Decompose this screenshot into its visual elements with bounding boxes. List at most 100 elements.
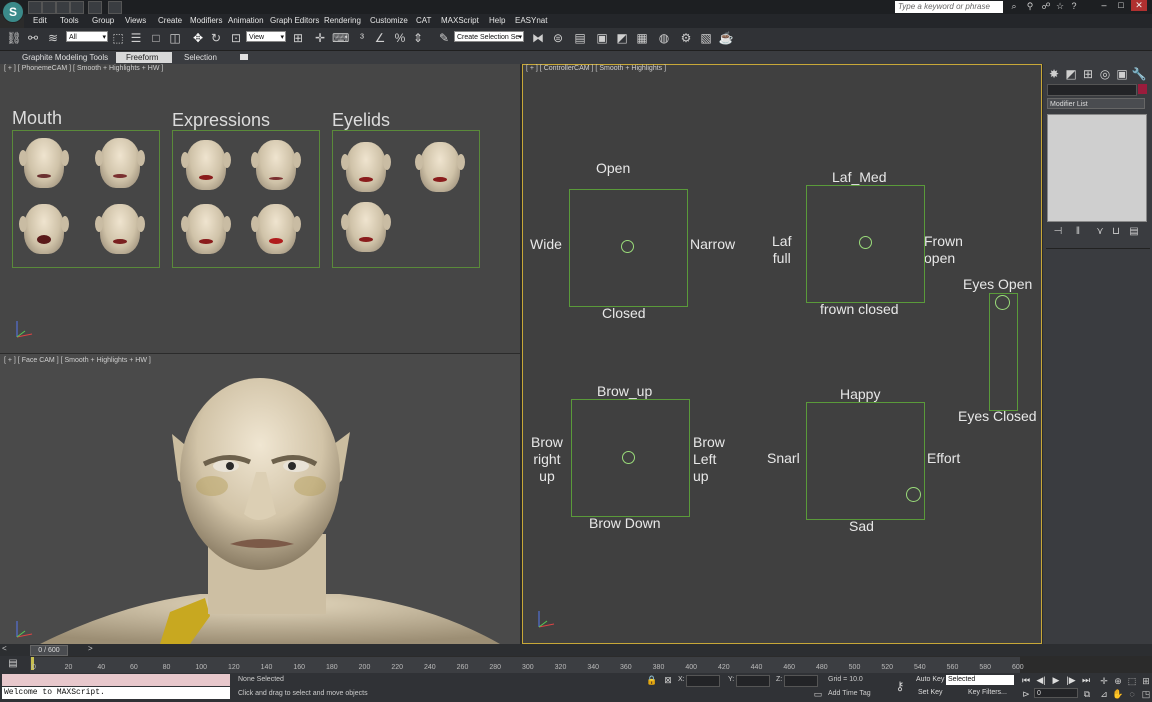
phoneme-thumb[interactable] xyxy=(19,204,69,254)
help-icon[interactable]: ? xyxy=(1066,0,1082,12)
rotate-icon[interactable]: ↻ xyxy=(208,30,224,46)
named-selection-dropdown[interactable]: Create Selection Se xyxy=(454,31,524,43)
menu-group[interactable]: Group xyxy=(92,14,114,28)
open-file-icon[interactable] xyxy=(42,1,56,14)
viewport-controller-cam[interactable] xyxy=(522,64,1042,644)
time-slider-next-icon[interactable]: > xyxy=(88,644,93,653)
expression-thumb[interactable] xyxy=(251,140,301,190)
object-color-swatch[interactable] xyxy=(1138,84,1147,94)
eyelid-thumb[interactable] xyxy=(341,142,391,192)
key-mode-toggle-icon[interactable]: ⊳ xyxy=(1020,688,1032,700)
maximize-viewport-icon[interactable]: ◳ xyxy=(1140,688,1152,700)
configure-sets-icon[interactable]: ▤ xyxy=(1126,224,1142,240)
project-folder-icon[interactable] xyxy=(108,1,122,14)
utilities-tab-icon[interactable]: 🔧 xyxy=(1131,66,1147,82)
go-to-start-icon[interactable]: ⏮ xyxy=(1020,675,1032,686)
infocenter-icon[interactable]: ⌕ xyxy=(1006,0,1022,12)
reference-coordinate-dropdown[interactable]: View xyxy=(246,31,286,43)
next-frame-icon[interactable]: |▶ xyxy=(1065,675,1077,686)
minimize-icon[interactable]: – xyxy=(1096,0,1112,11)
selection-filter-dropdown[interactable]: All xyxy=(66,31,108,43)
modifier-stack[interactable] xyxy=(1047,114,1147,222)
material-editor-icon[interactable]: ◍ xyxy=(656,30,672,46)
menu-rendering[interactable]: Rendering xyxy=(324,14,361,28)
selection-lock-icon[interactable]: 🔒 xyxy=(646,674,658,686)
pivot-center-icon[interactable]: ⊞ xyxy=(290,30,306,46)
create-tab-icon[interactable]: ✸ xyxy=(1046,66,1062,82)
motion-tab-icon[interactable]: ◎ xyxy=(1097,66,1113,82)
laf-control-knob[interactable] xyxy=(859,236,872,249)
maxscript-listener-output[interactable]: Welcome to MAXScript. xyxy=(2,687,230,699)
expression-thumb[interactable] xyxy=(181,140,231,190)
rendered-frame-window-icon[interactable]: ▧ xyxy=(698,30,714,46)
keyboard-shortcut-icon[interactable]: ⌨ xyxy=(332,30,349,46)
snaps-toggle-icon[interactable]: ³ xyxy=(354,30,370,46)
phoneme-thumb[interactable] xyxy=(19,138,69,188)
orbit-icon[interactable]: ◌ xyxy=(1126,688,1138,700)
viewport-label[interactable]: [ + ] [ ControllerCAM ] [ Smooth + Highl… xyxy=(526,65,666,72)
percent-snap-icon[interactable]: % xyxy=(392,30,408,46)
viewport-face-cam[interactable] xyxy=(0,354,520,644)
expression-thumb[interactable] xyxy=(251,204,301,254)
field-of-view-icon[interactable]: ⊿ xyxy=(1098,688,1110,700)
bind-space-warp-icon[interactable]: ≋ xyxy=(45,30,61,46)
layer-manager-icon[interactable]: ▤ xyxy=(572,30,588,46)
menu-views[interactable]: Views xyxy=(125,14,146,28)
window-crossing-icon[interactable]: ◫ xyxy=(167,30,183,46)
zoom-extents-icon[interactable]: ⬚ xyxy=(1126,675,1138,687)
menu-help[interactable]: Help xyxy=(489,14,505,28)
menu-create[interactable]: Create xyxy=(158,14,182,28)
eyelid-thumb[interactable] xyxy=(341,202,391,252)
hierarchy-tab-icon[interactable]: ⊞ xyxy=(1080,66,1096,82)
maximize-icon[interactable]: □ xyxy=(1113,0,1129,11)
menu-graph-editors[interactable]: Graph Editors xyxy=(270,14,319,28)
search-input[interactable]: Type a keyword or phrase xyxy=(895,1,1003,13)
viewport-label[interactable]: [ + ] [ PhonemeCAM ] [ Smooth + Highligh… xyxy=(4,65,163,72)
show-end-result-icon[interactable]: ‖ xyxy=(1070,224,1086,240)
undo-icon[interactable] xyxy=(70,1,84,14)
close-icon[interactable]: ✕ xyxy=(1131,0,1147,11)
scale-icon[interactable]: ⊡ xyxy=(228,30,244,46)
time-slider-prev-icon[interactable]: < xyxy=(2,644,7,653)
pan-view-icon[interactable]: ✋ xyxy=(1112,688,1124,700)
emotion-control-knob[interactable] xyxy=(906,487,921,502)
menu-modifiers[interactable]: Modifiers xyxy=(190,14,222,28)
schematic-view-icon[interactable]: ▦ xyxy=(634,30,650,46)
ribbon-minimize-icon[interactable] xyxy=(240,54,248,60)
eyes-control-knob[interactable] xyxy=(995,295,1010,310)
app-logo[interactable]: S xyxy=(2,1,24,23)
go-to-end-icon[interactable]: ⏭ xyxy=(1080,675,1092,686)
z-coordinate-field[interactable] xyxy=(784,675,818,687)
menu-tools[interactable]: Tools xyxy=(60,14,79,28)
curve-editor-icon[interactable]: ◩ xyxy=(614,30,630,46)
menu-animation[interactable]: Animation xyxy=(228,14,264,28)
set-key-button[interactable]: Set Key xyxy=(918,689,943,696)
redo-icon[interactable] xyxy=(88,1,102,14)
add-time-tag[interactable]: Add Time Tag xyxy=(828,690,871,697)
object-name-field[interactable] xyxy=(1047,84,1137,96)
align-icon[interactable]: ⊜ xyxy=(550,30,566,46)
ribbon-title[interactable]: Graphite Modeling Tools xyxy=(12,52,118,63)
absolute-mode-icon[interactable]: ⊠ xyxy=(662,674,674,686)
modifier-list-dropdown[interactable]: Modifier List xyxy=(1047,98,1145,109)
zoom-icon[interactable]: ✛ xyxy=(1098,675,1110,687)
rectangular-selection-icon[interactable]: □ xyxy=(148,30,164,46)
mouth-control-knob[interactable] xyxy=(621,240,634,253)
select-object-icon[interactable]: ⬚ xyxy=(110,30,126,46)
menu-maxscript[interactable]: MAXScript xyxy=(441,14,479,28)
move-icon[interactable]: ✥ xyxy=(190,30,206,46)
set-keys-icon[interactable]: ⚷ xyxy=(892,678,908,694)
phoneme-thumb[interactable] xyxy=(95,204,145,254)
new-file-icon[interactable] xyxy=(28,1,42,14)
y-coordinate-field[interactable] xyxy=(736,675,770,687)
mirror-icon[interactable]: ⧓ xyxy=(530,30,546,46)
select-manipulate-icon[interactable]: ✛ xyxy=(312,30,328,46)
subscription-icon[interactable]: ⚲ xyxy=(1022,0,1038,12)
tab-selection[interactable]: Selection xyxy=(174,52,227,63)
render-setup-icon[interactable]: ⚙ xyxy=(678,30,694,46)
brow-control-knob[interactable] xyxy=(622,451,635,464)
x-coordinate-field[interactable] xyxy=(686,675,720,687)
play-icon[interactable]: ▶ xyxy=(1050,675,1062,686)
current-frame-field[interactable]: 0 xyxy=(1034,688,1078,698)
time-tag-icon[interactable]: ▭ xyxy=(812,688,824,700)
